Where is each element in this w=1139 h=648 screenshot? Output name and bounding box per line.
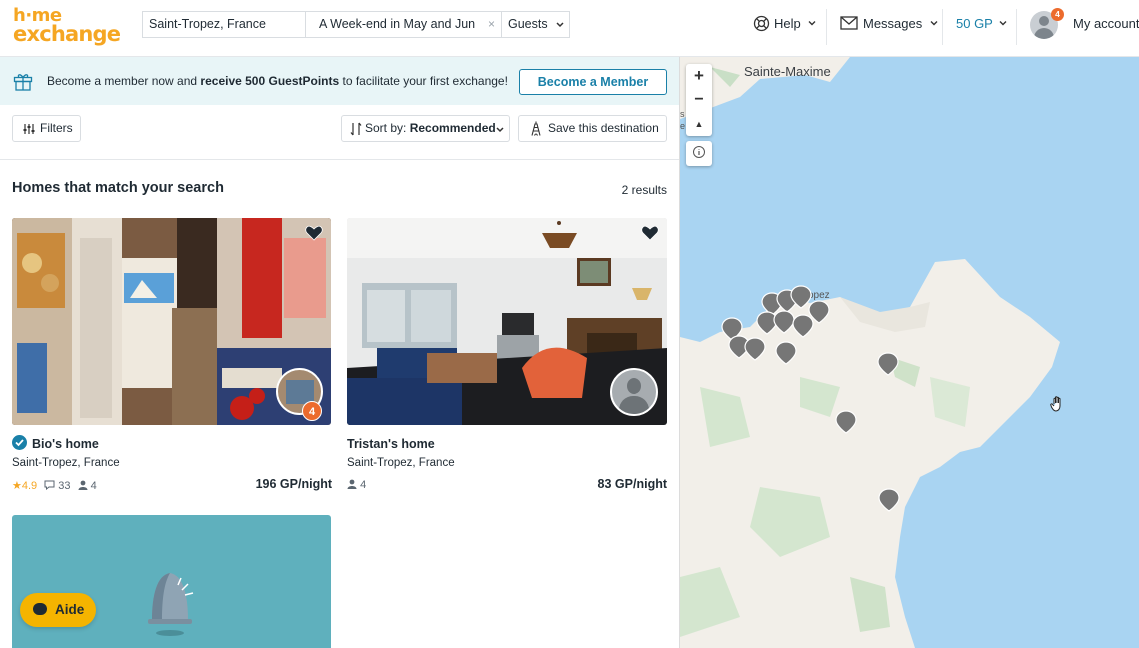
gift-icon [13,74,33,91]
guestpoints-balance: 50 GP [956,16,993,31]
banner-text-bold: receive 500 GuestPoints [200,74,340,88]
sort-value: Recommended [409,121,496,135]
lifebuoy-icon [753,15,770,32]
chevron-down-icon [556,22,564,28]
become-member-button[interactable]: Become a Member [519,69,667,95]
header-divider [1016,9,1017,45]
notification-badge: 4 [1051,8,1064,21]
banner-text-start: Become a member now and [47,74,201,88]
search-alert-card[interactable] [12,515,331,648]
guests-label: Guests [508,17,548,31]
reviews-icon [44,480,55,491]
eiffel-tower-icon [531,121,541,136]
messages-menu[interactable]: Messages [840,0,939,48]
guests-select[interactable]: Guests [501,11,570,38]
envelope-icon [840,16,858,30]
map-pin[interactable] [744,337,766,361]
results-heading: Homes that match your search [12,180,224,196]
map-pin[interactable] [835,410,857,434]
home-reviews-count: 33 [58,480,71,492]
banner-text-end: to facilitate your first exchange! [339,74,508,88]
home-guests: 4 [360,479,367,491]
map-pin[interactable] [877,352,899,376]
map-pins [721,285,900,512]
avatar-body [1034,28,1054,39]
messages-label: Messages [863,16,923,31]
help-label: Help [774,16,801,31]
map-pin[interactable] [878,488,900,512]
home-location: Saint-Tropez, France [12,457,120,469]
map-pin[interactable] [756,311,778,335]
home-price: 196 GP/night [255,477,332,491]
header-divider [942,9,943,45]
host-avatar-body [619,396,649,414]
home-stats: ★4.9 33 4 [12,479,97,492]
results-count: 2 results [621,183,667,197]
map-pin[interactable] [773,310,795,334]
section-divider [0,159,679,160]
home-title[interactable]: Tristan's home [347,437,435,451]
hand-cursor-icon [1050,396,1061,412]
banner-text: Become a member now and receive 500 Gues… [47,57,508,105]
home-guests: 4 [90,480,97,492]
home-title[interactable]: Bio's home [32,437,99,451]
person-icon [347,479,357,489]
save-destination-button[interactable]: Save this destination [518,115,667,142]
bell-icon [148,573,194,636]
clear-dates-icon[interactable]: × [488,12,495,37]
destination-input[interactable]: Saint-Tropez, France [142,11,306,38]
header-divider [826,9,827,45]
avatar-head [1039,16,1049,26]
home-photo[interactable]: 4 [12,218,331,425]
homeexchange-logo[interactable]: h·me exchange [13,6,131,46]
host-avatar-head [627,378,641,394]
save-destination-label: Save this destination [548,121,659,135]
sort-select[interactable]: Sort by: Recommended [341,115,510,142]
chevron-down-icon [808,21,816,26]
chevron-down-icon [999,21,1007,26]
filters-button[interactable]: Filters [12,115,81,142]
map-pin[interactable] [775,341,797,365]
host-avatar [610,368,658,416]
chat-bubble-icon [33,603,47,615]
guestpoints-menu[interactable]: 50 GP [956,0,1008,48]
help-menu[interactable]: Help [753,0,817,48]
home-price: 83 GP/night [597,477,667,491]
person-icon [78,480,88,490]
dates-value: A Week-end in May and Jun [319,17,476,31]
heart-icon[interactable] [305,225,323,241]
logo-text-bottom: exchange [13,22,121,46]
sort-prefix: Sort by: [365,121,407,135]
top-header: h·me exchange Saint-Tropez, France A Wee… [0,0,1139,57]
map-pin[interactable] [792,314,814,338]
heart-icon[interactable] [641,225,659,241]
checkmark-icon [15,439,24,447]
verified-check-icon [12,435,27,450]
dates-input[interactable]: A Week-end in May and Jun × [305,11,502,38]
host-level-badge: 4 [302,401,322,421]
results-map[interactable]: Sainte-Maxime opez s e + − ▲ [679,57,1139,648]
my-account-menu[interactable]: My account [1073,0,1139,48]
help-chat-label: Aide [55,602,85,617]
home-rating: 4.9 [21,480,38,492]
sort-arrows-icon [350,122,362,136]
home-photo[interactable] [347,218,667,425]
membership-banner: Become a member now and receive 500 Gues… [0,57,679,105]
help-chat-button[interactable]: Aide [20,593,96,627]
chevron-down-icon [930,21,938,26]
home-location: Saint-Tropez, France [347,457,455,469]
filters-label: Filters [40,121,73,135]
home-stats: 4 [347,479,366,491]
star-icon: ★ [12,480,22,492]
chevron-down-icon [496,127,504,133]
sliders-icon [23,124,35,134]
